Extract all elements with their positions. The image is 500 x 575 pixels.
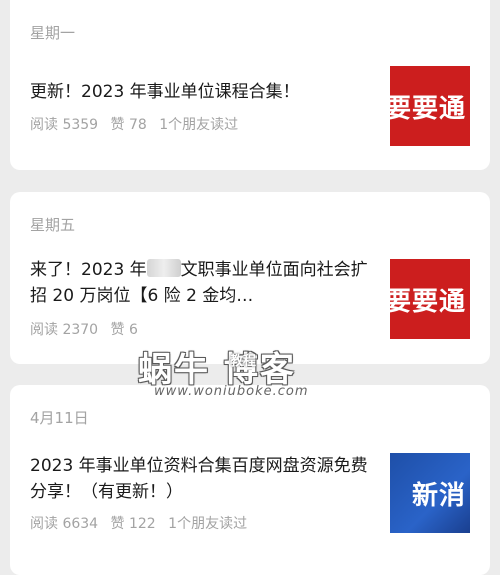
read-count: 阅读 6634	[30, 516, 99, 532]
date-label: 星期一	[30, 24, 76, 42]
article-card[interactable]: 星期一 更新！2023 年事业单位课程合集！ 阅读 5359 赞 78 1个朋友…	[10, 0, 490, 170]
redacted-blur	[146, 259, 181, 277]
title-prefix: 来了！2023 年	[30, 260, 147, 280]
article-stats: 阅读 5359 赞 78 1个朋友读过	[30, 114, 246, 134]
article-card[interactable]: 星期五 来了！2023 年文职事业单位面向社会扩招 20 万岗位【6 险 2 金…	[10, 192, 490, 364]
article-thumbnail[interactable]: 要要通	[390, 259, 470, 339]
article-stats: 阅读 6634 赞 122 1个朋友读过	[30, 513, 255, 533]
article-stats: 阅读 2370 赞 6	[30, 319, 146, 339]
date-label: 4月11日	[30, 409, 89, 427]
read-count: 阅读 2370	[30, 322, 99, 338]
article-thumbnail[interactable]: 新消	[390, 453, 470, 533]
like-count: 赞 122	[110, 516, 156, 532]
thumbnail-text: 新消	[411, 480, 466, 511]
like-count: 赞 6	[110, 322, 138, 338]
like-count: 赞 78	[110, 117, 147, 133]
thumbnail-text: 要要通	[390, 93, 466, 124]
read-count: 阅读 5359	[30, 117, 99, 133]
friends-read: 1个朋友读过	[168, 516, 248, 532]
date-label: 星期五	[30, 216, 76, 234]
article-thumbnail[interactable]: 要要通	[390, 66, 470, 146]
friends-read: 1个朋友读过	[159, 117, 239, 133]
article-title[interactable]: 来了！2023 年文职事业单位面向社会扩招 20 万岗位【6 险 2 金均…	[30, 257, 370, 309]
thumbnail-text: 要要通	[390, 286, 466, 317]
article-title[interactable]: 2023 年事业单位资料合集百度网盘资源免费分享！（有更新！）	[30, 453, 370, 505]
article-card[interactable]: 4月11日 2023 年事业单位资料合集百度网盘资源免费分享！（有更新！） 阅读…	[10, 385, 490, 575]
article-title[interactable]: 更新！2023 年事业单位课程合集！	[30, 79, 370, 105]
